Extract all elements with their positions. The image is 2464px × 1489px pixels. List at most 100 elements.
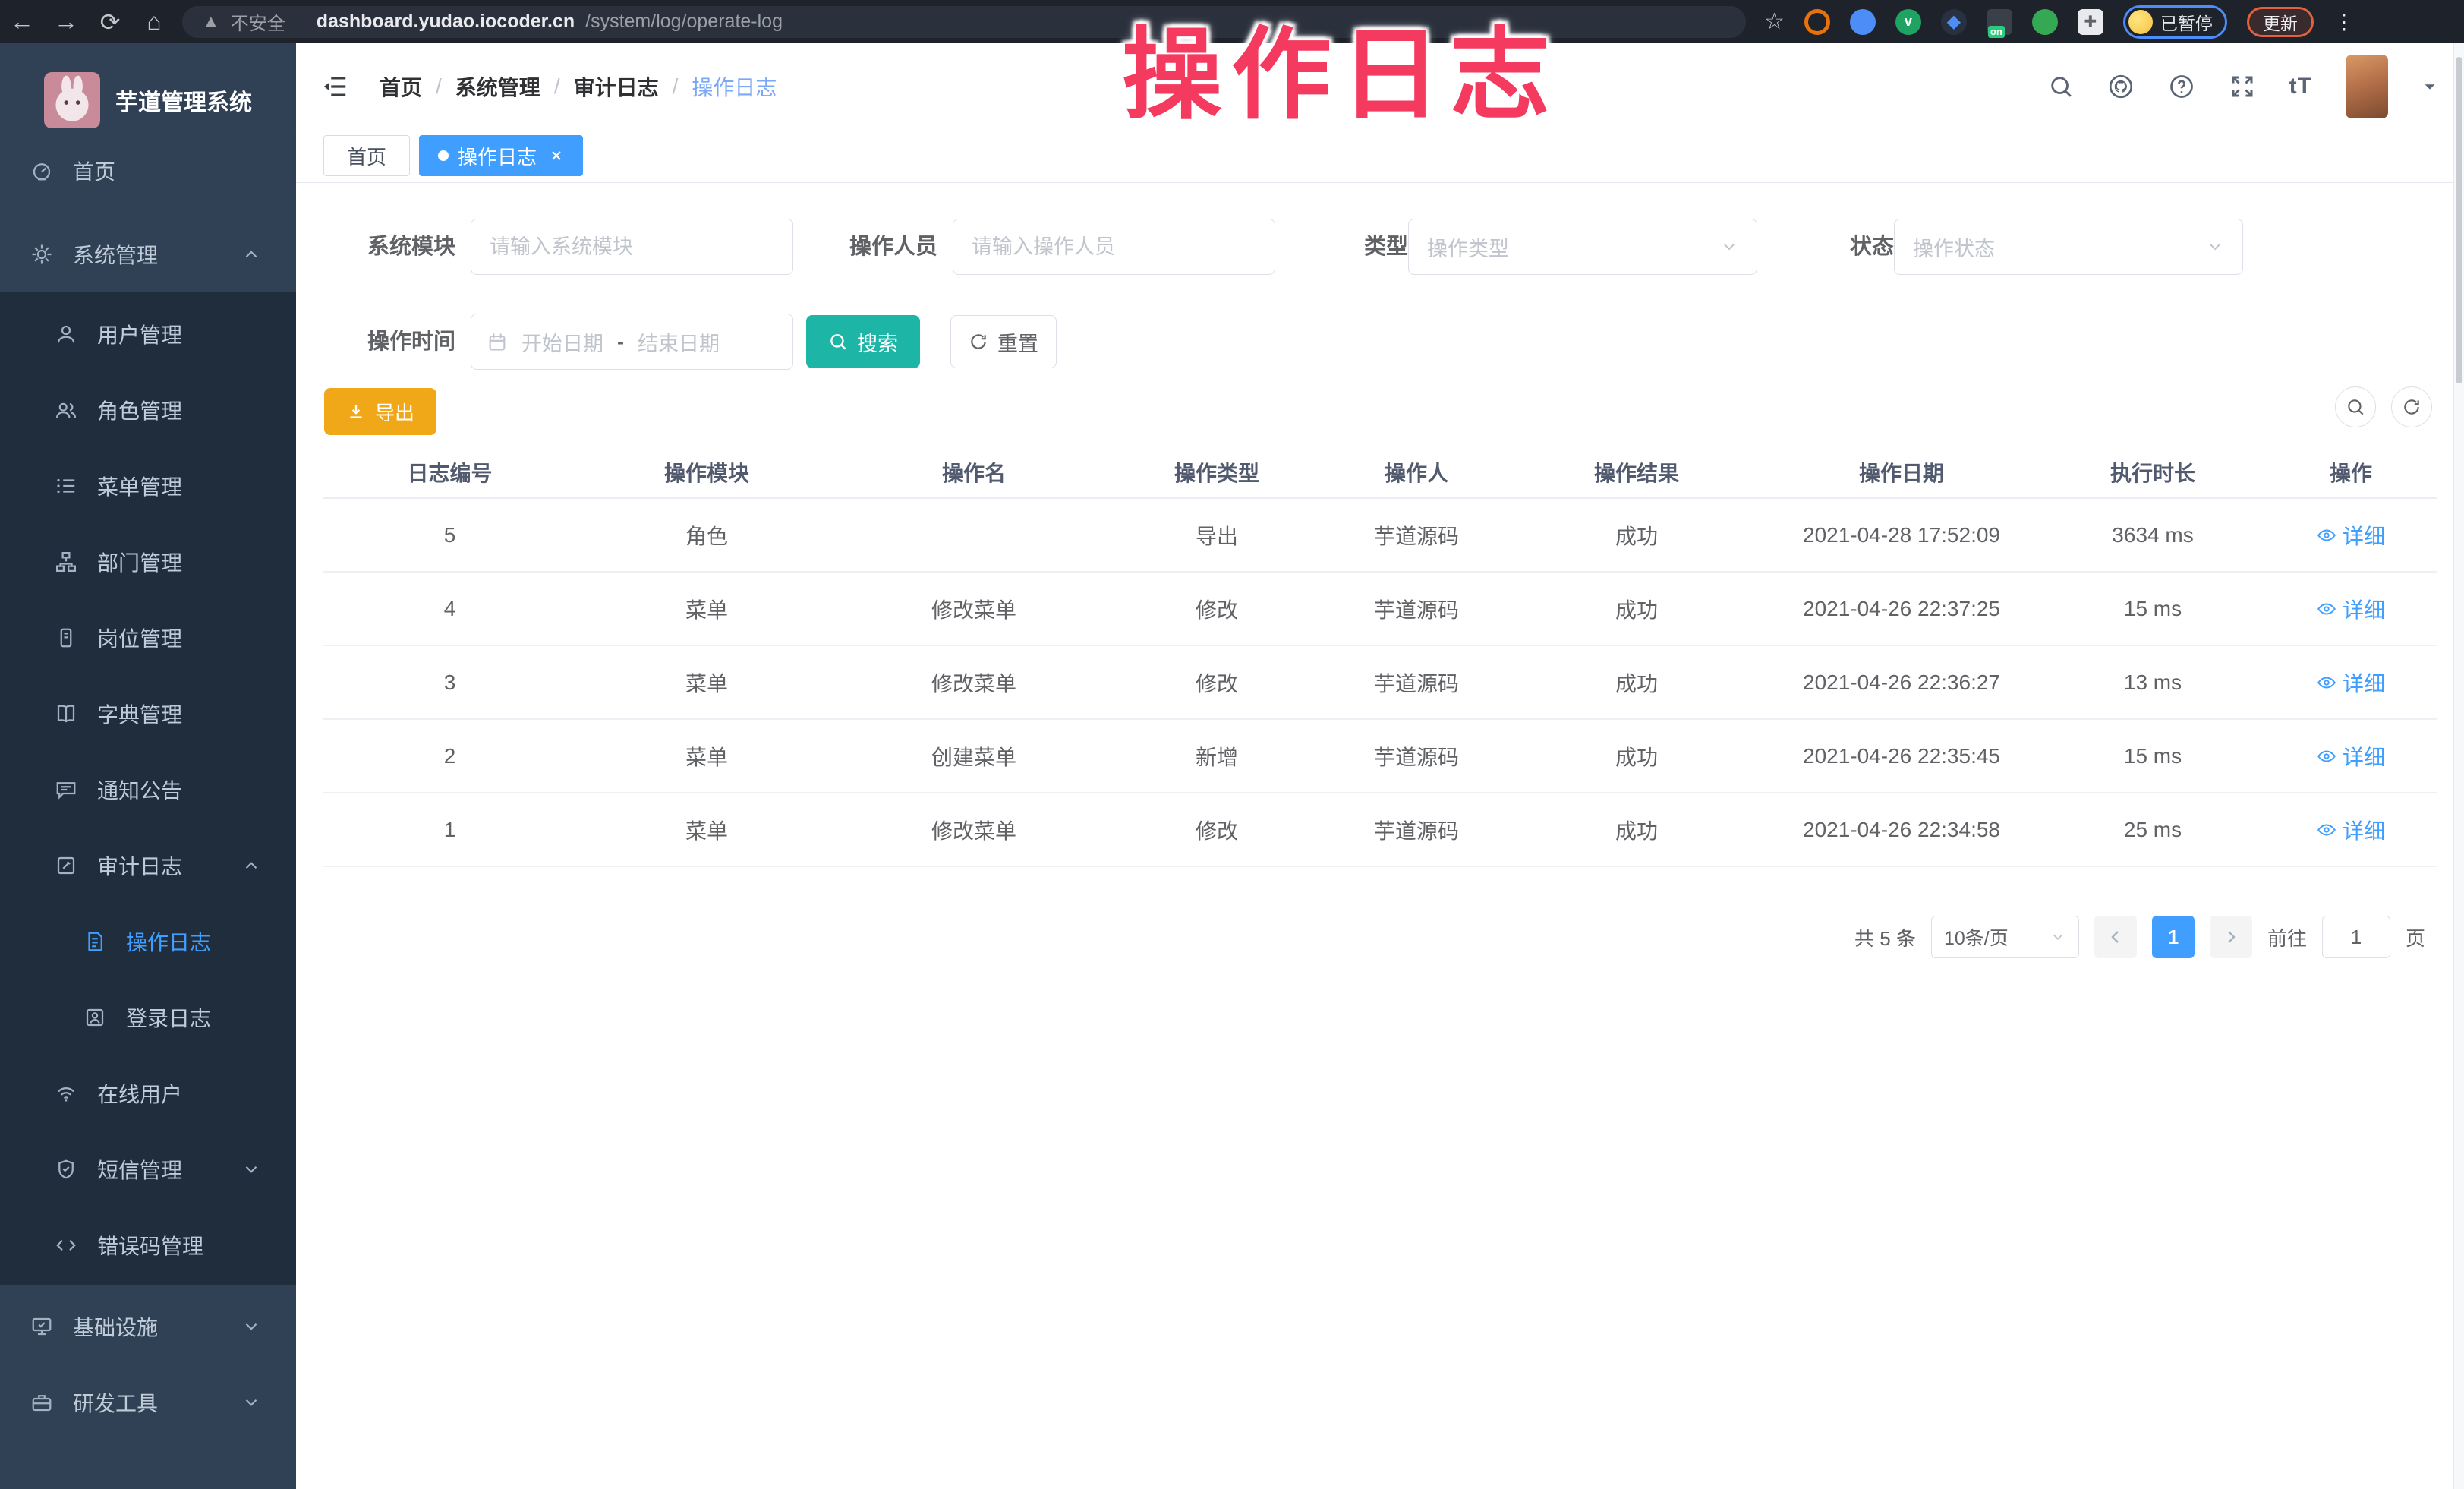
sidebar-item-dict-management[interactable]: 字典管理 [0, 676, 296, 752]
scrollbar-thumb[interactable] [2456, 57, 2462, 383]
date-range-separator: - [617, 330, 624, 354]
cell-date: 2021-04-26 22:37:25 [1763, 573, 2040, 645]
breadcrumb-item-system[interactable]: 系统管理 [455, 71, 540, 102]
refresh-table-button[interactable] [2391, 386, 2432, 427]
caret-down-icon[interactable] [2421, 78, 2438, 95]
show-search-toggle-button[interactable] [2335, 386, 2376, 427]
sidebar-item-label: 在线用户 [97, 1078, 182, 1109]
sidebar-item-system-management[interactable]: 系统管理 [0, 216, 296, 292]
cell-log-id: 4 [323, 573, 577, 645]
operator-input[interactable] [953, 219, 1275, 275]
app-logo [44, 72, 100, 128]
detail-link[interactable]: 详细 [2317, 594, 2385, 624]
next-page-button[interactable] [2210, 916, 2252, 958]
sidebar-item-sms-management[interactable]: 短信管理 [0, 1131, 296, 1207]
sidebar-logo-row[interactable]: 芋道管理系统 [0, 58, 296, 142]
monitor-icon [30, 1315, 53, 1338]
cell-date: 2021-04-26 22:36:27 [1763, 646, 2040, 718]
help-icon[interactable] [2168, 73, 2195, 100]
table-row: 2 菜单 创建菜单 新增 芋道源码 成功 2021-04-26 22:35:45… [323, 720, 2437, 793]
close-icon[interactable] [549, 148, 564, 163]
cell-module: 菜单 [577, 720, 837, 792]
sidebar-item-audit-log[interactable]: 审计日志 [0, 828, 296, 904]
cell-operation-type: 修改 [1111, 573, 1322, 645]
search-icon [828, 332, 848, 352]
detail-link-label: 详细 [2343, 741, 2385, 771]
type-select[interactable]: 操作类型 [1408, 219, 1757, 275]
tab-home[interactable]: 首页 [323, 135, 410, 176]
sidebar-item-login-log[interactable]: 登录日志 [0, 980, 296, 1055]
profile-paused-pill[interactable]: 已暂停 [2123, 5, 2227, 39]
breadcrumb-item-audit-log[interactable]: 审计日志 [574, 71, 659, 102]
refresh-icon [969, 332, 988, 352]
sidebar-item-post-management[interactable]: 岗位管理 [0, 600, 296, 676]
detail-link[interactable]: 详细 [2317, 741, 2385, 771]
sidebar-item-role-management[interactable]: 角色管理 [0, 372, 296, 448]
sidebar-item-user-management[interactable]: 用户管理 [0, 296, 296, 372]
sidebar-item-operate-log[interactable]: 操作日志 [0, 904, 296, 980]
reset-button[interactable]: 重置 [950, 315, 1057, 368]
extension-gem-icon[interactable]: ◆ [1941, 9, 1967, 35]
breadcrumb-item-home[interactable]: 首页 [380, 71, 422, 102]
sidebar-item-department-management[interactable]: 部门管理 [0, 524, 296, 600]
sidebar-item-menu-management[interactable]: 菜单管理 [0, 448, 296, 524]
extension-stack-icon[interactable]: on [1987, 9, 2012, 35]
page-size-select[interactable]: 10条/页 [1931, 916, 2079, 958]
browser-reload-button[interactable]: ⟳ [88, 8, 132, 36]
extension-green-icon[interactable] [2032, 9, 2058, 35]
export-button-label: 导出 [375, 398, 414, 426]
detail-link[interactable]: 详细 [2317, 520, 2385, 550]
chevron-down-icon [2050, 929, 2066, 945]
sidebar-item-label: 岗位管理 [97, 623, 182, 653]
page-scrollbar[interactable] [2453, 43, 2464, 1489]
browser-menu-icon[interactable]: ⋮ [2333, 9, 2355, 34]
search-button[interactable]: 搜索 [806, 315, 920, 368]
browser-forward-button[interactable]: → [44, 8, 88, 36]
font-size-icon[interactable]: tT [2289, 74, 2312, 99]
breadcrumb-item-operate-log: 操作日志 [692, 71, 777, 102]
search-icon[interactable] [2048, 74, 2074, 99]
github-icon[interactable] [2107, 73, 2135, 100]
sidebar-item-label: 短信管理 [97, 1154, 182, 1185]
sidebar-item-dev-tools[interactable]: 研发工具 [0, 1364, 296, 1440]
browser-home-button[interactable]: ⌂ [132, 8, 176, 36]
user-avatar[interactable] [2346, 55, 2388, 118]
message-icon [55, 778, 77, 801]
extension-green-v-icon[interactable]: v [1895, 9, 1921, 35]
status-select[interactable]: 操作状态 [1894, 219, 2243, 275]
extensions-puzzle-icon[interactable]: ✚ [2078, 9, 2103, 35]
sidebar-item-home[interactable]: 首页 [0, 133, 296, 209]
book-icon [55, 702, 77, 725]
cell-duration: 25 ms [2040, 793, 2265, 866]
extension-pin-icon[interactable] [1850, 9, 1876, 35]
sidebar-item-infrastructure[interactable]: 基础设施 [0, 1289, 296, 1364]
goto-page-input[interactable] [2322, 916, 2390, 958]
sidebar-item-online-users[interactable]: 在线用户 [0, 1055, 296, 1131]
bookmark-star-icon[interactable]: ☆ [1764, 8, 1785, 35]
browser-back-button[interactable]: ← [0, 8, 44, 36]
column-header: 执行时长 [2040, 447, 2265, 497]
page-number-button[interactable]: 1 [2152, 916, 2195, 958]
sidebar-item-label: 审计日志 [97, 850, 182, 881]
detail-link[interactable]: 详细 [2317, 815, 2385, 845]
profile-emoji-avatar [2128, 10, 2153, 34]
fullscreen-icon[interactable] [2229, 73, 2256, 100]
module-input[interactable] [471, 219, 793, 275]
cell-duration: 15 ms [2040, 720, 2265, 792]
sidebar-toggle-icon[interactable] [320, 72, 349, 101]
detail-link[interactable]: 详细 [2317, 667, 2385, 698]
column-header: 操作日期 [1763, 447, 2040, 497]
prev-page-button[interactable] [2094, 916, 2137, 958]
sidebar-item-error-code-management[interactable]: 错误码管理 [0, 1207, 296, 1283]
annotation-operate-log: 操作日志 [1122, 0, 1559, 139]
sidebar-item-notice-announcement[interactable]: 通知公告 [0, 752, 296, 828]
export-button[interactable]: 导出 [324, 388, 436, 435]
chevron-up-icon [241, 856, 261, 875]
extension-orange-icon[interactable] [1804, 9, 1830, 35]
module-input-field[interactable] [471, 219, 792, 274]
browser-update-button[interactable]: 更新 [2247, 7, 2314, 37]
date-range-input[interactable]: 开始日期 - 结束日期 [471, 314, 793, 370]
tab-operate-log[interactable]: 操作日志 [419, 135, 583, 176]
operator-input-field[interactable] [953, 219, 1275, 274]
profile-paused-label: 已暂停 [2160, 9, 2213, 35]
